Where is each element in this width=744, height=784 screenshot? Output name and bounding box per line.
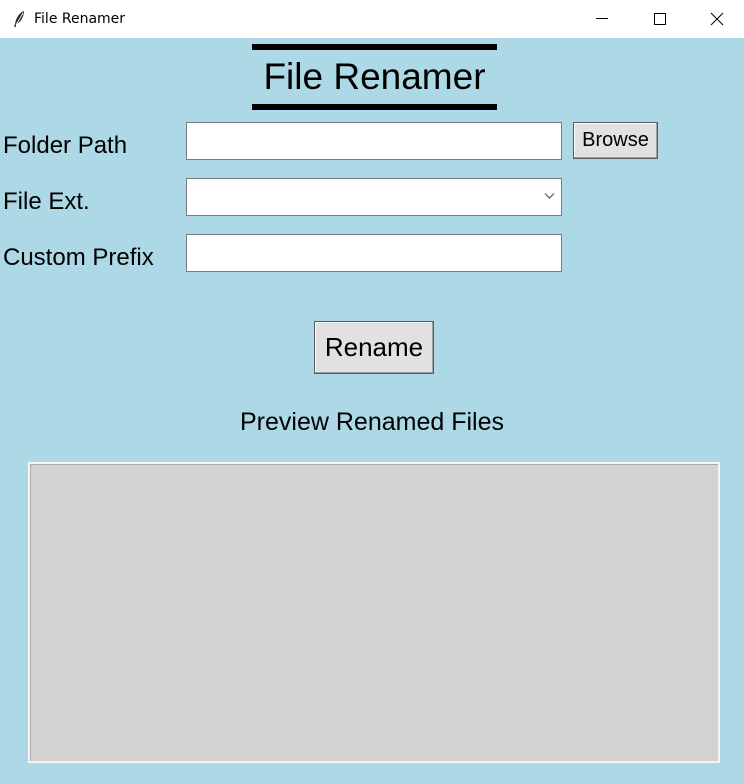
title-bar: File Renamer xyxy=(0,0,744,38)
window-title: File Renamer xyxy=(34,11,126,27)
folder-path-label: Folder Path xyxy=(3,132,128,159)
close-icon xyxy=(710,12,723,26)
page-title: File Renamer xyxy=(252,44,497,110)
minimize-icon xyxy=(596,18,608,19)
custom-prefix-field[interactable] xyxy=(186,234,562,272)
close-button[interactable] xyxy=(689,0,744,38)
maximize-icon xyxy=(654,13,666,25)
preview-list[interactable] xyxy=(28,462,720,763)
file-ext-dropdown[interactable] xyxy=(186,178,562,216)
preview-heading: Preview Renamed Files xyxy=(240,408,504,436)
custom-prefix-label: Custom Prefix xyxy=(3,244,154,271)
browse-button[interactable]: Browse xyxy=(573,122,658,159)
folder-path-field[interactable] xyxy=(186,122,562,160)
custom-prefix-input[interactable] xyxy=(187,235,561,271)
app-body: File Renamer Folder Path Browse File Ext… xyxy=(0,38,744,784)
folder-path-input[interactable] xyxy=(187,123,561,159)
feather-icon xyxy=(12,10,26,28)
minimize-button[interactable] xyxy=(573,0,631,38)
file-ext-label: File Ext. xyxy=(3,188,90,215)
rename-button[interactable]: Rename xyxy=(314,321,434,374)
chevron-down-icon xyxy=(544,193,555,199)
maximize-button[interactable] xyxy=(631,0,689,38)
